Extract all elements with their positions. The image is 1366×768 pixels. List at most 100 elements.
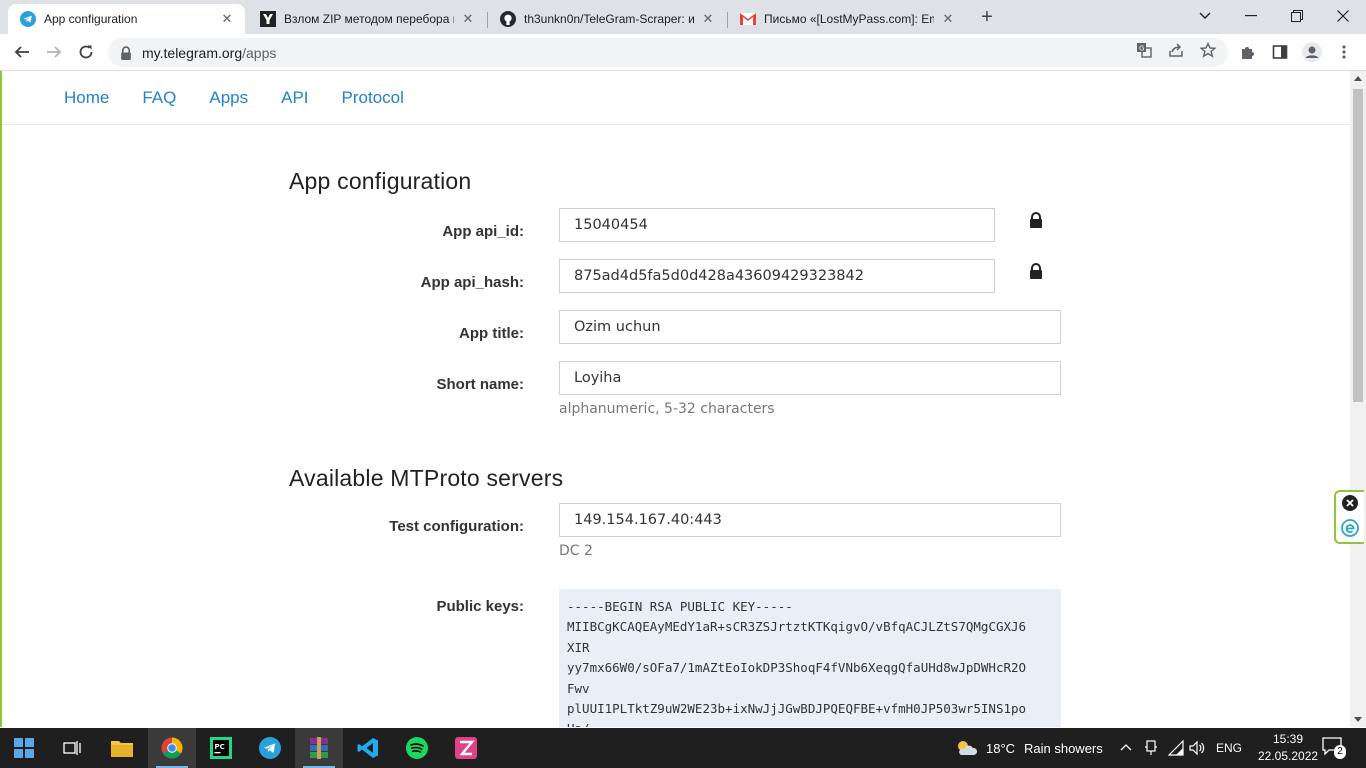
nav-faq[interactable]: FAQ xyxy=(142,88,176,108)
url-path: /apps xyxy=(242,44,277,61)
translate-icon[interactable]: G xyxy=(1135,41,1153,59)
short-name-hint: alphanumeric, 5-32 characters xyxy=(559,401,775,417)
address-bar[interactable]: my.telegram.org/apps xyxy=(108,38,1228,67)
start-button[interactable] xyxy=(0,728,48,768)
scrollbar-thumb[interactable] xyxy=(1353,89,1363,402)
test-configuration-row: Test configuration: 149.154.167.40:443 D… xyxy=(289,503,1069,589)
extension-widget xyxy=(1334,490,1364,544)
forward-icon[interactable] xyxy=(40,38,68,66)
close-window-button[interactable] xyxy=(1320,0,1366,32)
notification-count-badge: 2 xyxy=(1334,745,1346,759)
app-z-icon xyxy=(455,737,477,759)
tab-title: th3unkn0n/TeleGram-Scraper: ин xyxy=(524,12,694,26)
vscode-taskbar-button[interactable] xyxy=(344,728,392,768)
pycharm-taskbar-button[interactable]: PC xyxy=(197,728,245,768)
extension-e-icon[interactable] xyxy=(1341,519,1359,537)
short-name-input[interactable]: Loyiha xyxy=(559,361,1061,395)
system-clock[interactable]: 15:39 22.05.2022 xyxy=(1258,731,1318,765)
more-menu-icon[interactable] xyxy=(1334,42,1354,62)
habr-icon xyxy=(260,11,276,27)
short-name-label: Short name: xyxy=(436,376,524,393)
short-name-row: Short name: Loyiha alphanumeric, 5-32 ch… xyxy=(289,361,1069,465)
tab-title: Взлом ZIP методом перебора н xyxy=(284,12,454,26)
vscode-icon xyxy=(357,738,378,758)
spotify-taskbar-button[interactable] xyxy=(393,728,441,768)
reload-icon[interactable] xyxy=(72,38,100,66)
input-language[interactable]: ENG xyxy=(1216,741,1242,755)
scroll-up-arrow-icon[interactable] xyxy=(1354,76,1362,81)
app-title-label: App title: xyxy=(459,325,524,342)
tab-search-icon[interactable] xyxy=(1182,0,1228,32)
file-explorer-button[interactable] xyxy=(98,728,146,768)
notifications-button[interactable]: 2 xyxy=(1322,737,1346,759)
api-id-row: App api_id: 15040454 xyxy=(289,208,1069,259)
scroll-down-arrow-icon[interactable] xyxy=(1354,717,1362,722)
tab-github[interactable]: th3unkn0n/TeleGram-Scraper: ин ✕ xyxy=(488,4,726,34)
restore-button[interactable] xyxy=(1274,0,1320,32)
close-icon[interactable]: ✕ xyxy=(460,11,476,27)
api-id-field[interactable]: 15040454 xyxy=(559,208,995,242)
mtproto-servers-heading: Available MTProto servers xyxy=(289,465,564,491)
tab-zip-article[interactable]: Взлом ZIP методом перебора н ✕ xyxy=(248,4,486,34)
task-view-button[interactable] xyxy=(48,728,96,768)
nav-protocol[interactable]: Protocol xyxy=(342,88,404,108)
bookmark-star-icon[interactable] xyxy=(1199,41,1217,59)
close-icon[interactable]: ✕ xyxy=(219,11,235,27)
web-page: Home FAQ Apps API Protocol App configura… xyxy=(0,71,1350,727)
public-key-block[interactable]: -----BEGIN RSA PUBLIC KEY----- MIIBCgKCA… xyxy=(559,589,1061,727)
public-keys-row: Public keys: -----BEGIN RSA PUBLIC KEY--… xyxy=(289,589,1069,727)
api-id-label: App api_id: xyxy=(442,223,524,240)
device-icon[interactable] xyxy=(1144,740,1158,756)
api-hash-label: App api_hash: xyxy=(420,274,524,291)
back-icon[interactable] xyxy=(8,38,36,66)
svg-text:G: G xyxy=(1139,45,1144,53)
close-icon[interactable]: ✕ xyxy=(700,11,716,27)
telegram-taskbar-button[interactable] xyxy=(246,728,294,768)
chrome-taskbar-button[interactable] xyxy=(148,728,196,768)
site-navigation: Home FAQ Apps API Protocol xyxy=(2,71,1350,125)
windows-taskbar: PC 18°C Rain showers ENG 15:39 22.05.202… xyxy=(0,728,1366,768)
profile-avatar-icon[interactable] xyxy=(1302,42,1322,62)
close-icon[interactable]: ✕ xyxy=(940,11,956,27)
test-configuration-label: Test configuration: xyxy=(389,518,524,535)
app-title-input[interactable]: Ozim uchun xyxy=(559,310,1061,344)
volume-icon[interactable] xyxy=(1189,740,1205,756)
clock-date: 22.05.2022 xyxy=(1258,749,1319,763)
nav-api[interactable]: API xyxy=(281,88,308,108)
zeal-taskbar-button[interactable] xyxy=(442,728,490,768)
main-content: App configuration App api_id: 15040454 A… xyxy=(289,125,1069,727)
api-hash-field[interactable]: 875ad4d5fa5d0d428a43609429323842 xyxy=(559,259,995,293)
network-icon[interactable] xyxy=(1168,740,1184,756)
folder-icon xyxy=(111,741,133,757)
test-dc-label: DC 2 xyxy=(559,543,593,559)
windows-logo-icon xyxy=(14,738,34,758)
tab-title: App configuration xyxy=(44,12,138,26)
page-scrollbar[interactable] xyxy=(1350,71,1366,727)
close-icon[interactable] xyxy=(1342,495,1358,511)
nav-apps[interactable]: Apps xyxy=(209,88,248,108)
weather-temperature[interactable]: 18°C xyxy=(986,741,1015,756)
gmail-icon xyxy=(740,11,756,27)
lock-icon xyxy=(121,45,131,60)
chrome-icon xyxy=(161,737,183,759)
telegram-icon xyxy=(259,737,281,759)
app-title-row: App title: Ozim uchun xyxy=(289,310,1069,361)
task-view-icon xyxy=(63,741,81,755)
spotify-icon xyxy=(406,737,428,759)
app-configuration-heading: App configuration xyxy=(289,168,472,194)
tab-strip: App configuration ✕ Взлом ZIP методом пе… xyxy=(0,0,1366,34)
new-tab-button[interactable]: + xyxy=(976,6,998,28)
tab-gmail[interactable]: Письмо «[LostMyPass.com]: Ema ✕ xyxy=(728,4,966,34)
winrar-taskbar-button[interactable] xyxy=(295,728,343,768)
minimize-button[interactable] xyxy=(1228,0,1274,32)
weather-description[interactable]: Rain showers xyxy=(1024,741,1103,756)
extensions-icon[interactable] xyxy=(1238,42,1258,62)
weather-cloud-icon xyxy=(958,741,977,755)
tab-app-configuration[interactable]: App configuration ✕ xyxy=(8,4,245,34)
side-panel-icon[interactable] xyxy=(1270,42,1290,62)
chevron-up-icon[interactable] xyxy=(1120,743,1132,751)
test-configuration-field[interactable]: 149.154.167.40:443 xyxy=(559,503,1061,537)
nav-home[interactable]: Home xyxy=(64,88,109,108)
share-icon[interactable] xyxy=(1167,41,1185,59)
telegram-icon xyxy=(20,11,36,27)
